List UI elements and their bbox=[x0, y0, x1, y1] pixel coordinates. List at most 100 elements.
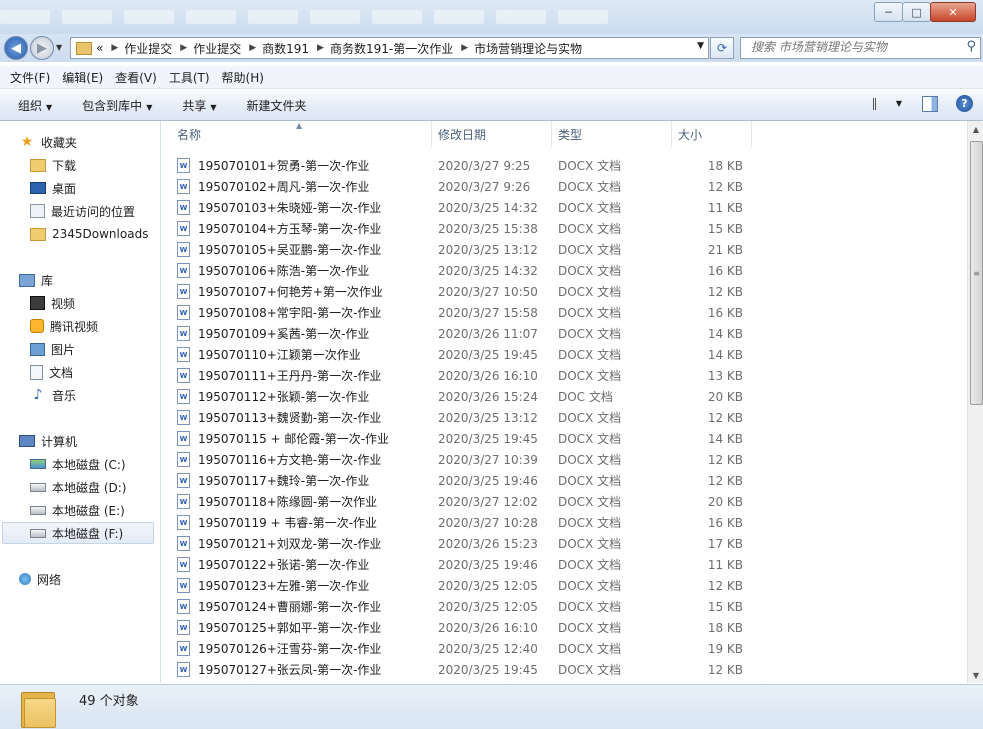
minimize-button[interactable]: ─ bbox=[874, 2, 903, 22]
preview-pane-icon[interactable] bbox=[922, 95, 938, 112]
forward-button[interactable]: ▶ bbox=[30, 36, 54, 60]
nav-tencent-video[interactable]: 腾讯视频 bbox=[30, 316, 98, 336]
nav-drive-d[interactable]: 本地磁盘 (D:) bbox=[30, 477, 126, 497]
view-options-icon[interactable] bbox=[872, 97, 890, 110]
nav-recent-places[interactable]: 最近访问的位置 bbox=[30, 201, 135, 221]
file-row[interactable]: W 195070106+陈浩-第一次-作业 2020/3/25 14:32 DOCX … bbox=[161, 260, 967, 281]
search-box[interactable]: ⚲ bbox=[740, 37, 981, 59]
file-name[interactable]: W 195070103+朱晓娅-第一次-作业 bbox=[177, 197, 381, 218]
file-row[interactable]: W 195070108+常宇阳-第一次-作业 2020/3/27 15:58 DOCX… bbox=[161, 302, 967, 323]
breadcrumb-item[interactable]: ▶ 作业提交 bbox=[172, 40, 241, 57]
close-button[interactable]: ✕ bbox=[930, 2, 976, 22]
nav-network[interactable]: 网络 bbox=[19, 569, 61, 589]
file-name[interactable]: W 195070118+陈缘圆-第一次作业 bbox=[177, 491, 377, 512]
vertical-scrollbar[interactable]: ▲ ≡ ▼ bbox=[967, 121, 983, 683]
nav-favorites[interactable]: ★ 收藏夹 bbox=[19, 132, 77, 152]
breadcrumb-item[interactable]: ▶ 商数191 bbox=[241, 40, 309, 57]
file-row[interactable]: W 195070112+张颖-第一次-作业 2020/3/26 15:24 DOC 文… bbox=[161, 386, 967, 407]
nav-drive-c[interactable]: 本地磁盘 (C:) bbox=[30, 454, 126, 474]
file-name[interactable]: W 195070108+常宇阳-第一次-作业 bbox=[177, 302, 381, 323]
file-name[interactable]: W 195070101+贺勇-第一次-作业 bbox=[177, 155, 369, 176]
file-row[interactable]: W 195070102+周凡-第一次-作业 2020/3/27 9:26 DOCX 文… bbox=[161, 176, 967, 197]
nav-desktop[interactable]: 桌面 bbox=[30, 178, 76, 198]
back-button[interactable]: ◀ bbox=[4, 36, 28, 60]
menu-tools[interactable]: 工具(T) bbox=[169, 69, 210, 86]
file-name[interactable]: W 195070115 + 邮伦霞-第一次-作业 bbox=[177, 428, 389, 449]
scroll-down-arrow[interactable]: ▼ bbox=[968, 667, 983, 683]
file-name[interactable]: W 195070116+方文艳-第一次-作业 bbox=[177, 449, 381, 470]
file-name[interactable]: W 195070124+曹丽娜-第一次-作业 bbox=[177, 596, 381, 617]
breadcrumb-item[interactable]: ▶ 作业提交 bbox=[103, 40, 172, 57]
new-folder-button[interactable]: 新建文件夹 bbox=[247, 97, 307, 114]
column-header-date[interactable]: 修改日期 bbox=[432, 121, 552, 147]
help-icon[interactable]: ? bbox=[956, 95, 973, 112]
address-history-dropdown[interactable]: ▼ bbox=[697, 41, 704, 51]
file-row[interactable]: W 195070105+吴亚鹏-第一次-作业 2020/3/25 13:12 DOCX… bbox=[161, 239, 967, 260]
file-name[interactable]: W 195070119 + 韦睿-第一次-作业 bbox=[177, 512, 377, 533]
file-name[interactable]: W 195070109+奚茜-第一次-作业 bbox=[177, 323, 369, 344]
file-name[interactable]: W 195070111+王丹丹-第一次-作业 bbox=[177, 365, 381, 386]
nav-drive-f[interactable]: 本地磁盘 (F:) bbox=[2, 522, 154, 544]
file-name[interactable]: W 195070125+郭如平-第一次-作业 bbox=[177, 617, 381, 638]
file-row[interactable]: W 195070127+张云凤-第一次-作业 2020/3/25 19:45 DOCX… bbox=[161, 659, 967, 680]
file-name[interactable]: W 195070104+方玉琴-第一次-作业 bbox=[177, 218, 381, 239]
file-name[interactable]: W 195070110+江颖第一次作业 bbox=[177, 344, 361, 365]
nav-pictures[interactable]: 图片 bbox=[30, 339, 75, 359]
file-name[interactable]: W 195070121+刘双龙-第一次-作业 bbox=[177, 533, 381, 554]
nav-drive-e[interactable]: 本地磁盘 (E:) bbox=[30, 500, 125, 520]
file-row[interactable]: W 195070121+刘双龙-第一次-作业 2020/3/26 15:23 DOCX… bbox=[161, 533, 967, 554]
nav-music[interactable]: ♪ 音乐 bbox=[30, 385, 76, 405]
file-row[interactable]: W 195070126+汪雪芬-第一次-作业 2020/3/25 12:40 DOCX… bbox=[161, 638, 967, 659]
nav-2345downloads[interactable]: 2345Downloads bbox=[30, 224, 148, 244]
file-name[interactable]: W 195070117+魏玲-第一次-作业 bbox=[177, 470, 369, 491]
nav-libraries[interactable]: 库 bbox=[19, 270, 53, 290]
file-row[interactable]: W 195070101+贺勇-第一次-作业 2020/3/27 9:25 DOCX 文… bbox=[161, 155, 967, 176]
file-name[interactable]: W 195070113+魏贤勤-第一次-作业 bbox=[177, 407, 381, 428]
file-name[interactable]: W 195070105+吴亚鹏-第一次-作业 bbox=[177, 239, 381, 260]
recent-pages-dropdown[interactable]: ▼ bbox=[56, 43, 62, 52]
scroll-thumb[interactable]: ≡ bbox=[970, 141, 983, 405]
file-name[interactable]: W 195070126+汪雪芬-第一次-作业 bbox=[177, 638, 381, 659]
breadcrumb-item-current[interactable]: ▶ 市场营销理论与实物 bbox=[453, 40, 582, 57]
file-name[interactable]: W 195070106+陈浩-第一次-作业 bbox=[177, 260, 369, 281]
search-input[interactable] bbox=[741, 38, 961, 56]
file-row[interactable]: W 195070110+江颖第一次作业 2020/3/25 19:45 DOCX 文档… bbox=[161, 344, 967, 365]
view-options-dropdown[interactable]: ▼ bbox=[896, 99, 902, 108]
file-row[interactable]: W 195070104+方玉琴-第一次-作业 2020/3/25 15:38 DOCX… bbox=[161, 218, 967, 239]
breadcrumb-item[interactable]: ▶ 商务数191-第一次作业 bbox=[309, 40, 453, 57]
file-name[interactable]: W 195070122+张诺-第一次-作业 bbox=[177, 554, 369, 575]
refresh-button[interactable]: ⟳ bbox=[710, 37, 734, 59]
address-bar[interactable]: « ▶ 作业提交 ▶ 作业提交 ▶ 商数191 ▶ 商务数191-第一次作业 ▶ 市场营销… bbox=[70, 37, 709, 59]
file-row[interactable]: W 195070122+张诺-第一次-作业 2020/3/25 19:46 DOCX … bbox=[161, 554, 967, 575]
file-name[interactable]: W 195070102+周凡-第一次-作业 bbox=[177, 176, 369, 197]
column-header-size[interactable]: 大小 bbox=[672, 121, 752, 147]
search-icon[interactable]: ⚲ bbox=[966, 39, 976, 54]
file-name[interactable]: W 195070107+何艳芳+第一次作业 bbox=[177, 281, 383, 302]
share-button[interactable]: 共享 ▼ bbox=[182, 97, 216, 114]
file-row[interactable]: W 195070109+奚茜-第一次-作业 2020/3/26 11:07 DOCX … bbox=[161, 323, 967, 344]
column-header-type[interactable]: 类型 bbox=[552, 121, 672, 147]
file-row[interactable]: W 195070115 + 邮伦霞-第一次-作业 2020/3/25 19:45 DO… bbox=[161, 428, 967, 449]
organize-button[interactable]: 组织 ▼ bbox=[18, 97, 52, 114]
file-name[interactable]: W 195070123+左雅-第一次-作业 bbox=[177, 575, 369, 596]
file-row[interactable]: W 195070103+朱晓娅-第一次-作业 2020/3/25 14:32 DOCX… bbox=[161, 197, 967, 218]
file-row[interactable]: W 195070117+魏玲-第一次-作业 2020/3/25 19:46 DOCX … bbox=[161, 470, 967, 491]
nav-videos[interactable]: 视频 bbox=[30, 293, 75, 313]
file-row[interactable]: W 195070113+魏贤勤-第一次-作业 2020/3/25 13:12 DOCX… bbox=[161, 407, 967, 428]
nav-documents[interactable]: 文档 bbox=[30, 362, 73, 382]
menu-file[interactable]: 文件(F) bbox=[10, 69, 50, 86]
file-row[interactable]: W 195070107+何艳芳+第一次作业 2020/3/27 10:50 DOCX … bbox=[161, 281, 967, 302]
file-row[interactable]: W 195070111+王丹丹-第一次-作业 2020/3/26 16:10 DOCX… bbox=[161, 365, 967, 386]
scroll-up-arrow[interactable]: ▲ bbox=[968, 121, 983, 137]
file-name[interactable]: W 195070112+张颖-第一次-作业 bbox=[177, 386, 369, 407]
file-row[interactable]: W 195070119 + 韦睿-第一次-作业 2020/3/27 10:28 DOC… bbox=[161, 512, 967, 533]
maximize-button[interactable]: □ bbox=[902, 2, 931, 22]
file-row[interactable]: W 195070123+左雅-第一次-作业 2020/3/25 12:05 DOCX … bbox=[161, 575, 967, 596]
nav-computer[interactable]: 计算机 bbox=[19, 431, 77, 451]
include-in-library-button[interactable]: 包含到库中 ▼ bbox=[82, 97, 152, 114]
file-row[interactable]: W 195070118+陈缘圆-第一次作业 2020/3/27 12:02 DOCX … bbox=[161, 491, 967, 512]
menu-help[interactable]: 帮助(H) bbox=[222, 69, 264, 86]
nav-downloads[interactable]: 下载 bbox=[30, 155, 76, 175]
file-row[interactable]: W 195070124+曹丽娜-第一次-作业 2020/3/25 12:05 DOCX… bbox=[161, 596, 967, 617]
file-row[interactable]: W 195070125+郭如平-第一次-作业 2020/3/26 16:10 DOCX… bbox=[161, 617, 967, 638]
